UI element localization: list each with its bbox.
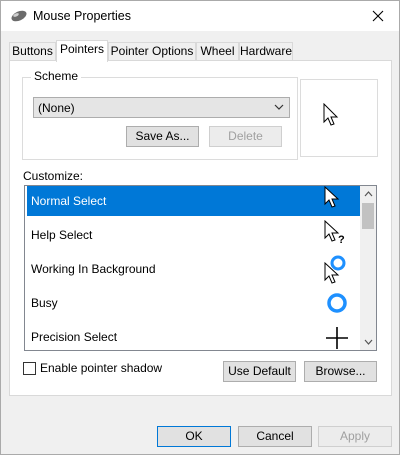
- pointer-shadow-checkbox[interactable]: [23, 362, 36, 375]
- scheme-dropdown-value: (None): [38, 101, 75, 115]
- cursor-list[interactable]: Normal Select Help Select ? Working In B…: [24, 185, 377, 351]
- arrow-cursor-icon: [323, 103, 339, 126]
- chevron-down-icon: [364, 339, 372, 345]
- list-item-label: Busy: [31, 296, 58, 310]
- close-button[interactable]: [357, 1, 399, 31]
- save-as-button[interactable]: Save As...: [126, 126, 199, 147]
- list-item-label: Working In Background: [31, 262, 156, 276]
- list-item[interactable]: Help Select ?: [27, 219, 360, 250]
- scroll-thumb[interactable]: [362, 203, 374, 229]
- tab-pointers[interactable]: Pointers: [56, 40, 108, 62]
- list-item-label: Precision Select: [31, 330, 118, 344]
- tab-hardware[interactable]: Hardware: [239, 42, 293, 61]
- mouse-icon: [10, 10, 28, 22]
- browse-button[interactable]: Browse...: [304, 361, 377, 382]
- working-cursor-icon: [323, 254, 351, 284]
- ok-button[interactable]: OK: [157, 426, 231, 447]
- list-item-label: Help Select: [31, 228, 93, 242]
- list-item[interactable]: Busy: [27, 288, 360, 318]
- delete-button[interactable]: Delete: [209, 126, 282, 147]
- chevron-down-icon: [274, 104, 284, 110]
- tab-wheel[interactable]: Wheel: [196, 42, 239, 61]
- scheme-dropdown[interactable]: (None): [33, 97, 290, 118]
- tab-buttons[interactable]: Buttons: [9, 42, 56, 61]
- window-title: Mouse Properties: [33, 9, 131, 23]
- crosshair-cursor-icon: [323, 322, 351, 350]
- scheme-group-label: Scheme: [31, 69, 82, 83]
- arrow-cursor-icon: [323, 186, 351, 216]
- cancel-button[interactable]: Cancel: [238, 426, 312, 447]
- pointer-preview: [300, 79, 378, 157]
- customize-label: Customize:: [23, 169, 84, 183]
- close-icon: [372, 10, 384, 22]
- help-cursor-icon: ?: [323, 219, 351, 250]
- scroll-down-button[interactable]: [360, 334, 376, 350]
- apply-button[interactable]: Apply: [318, 426, 392, 447]
- list-item-label: Normal Select: [31, 194, 107, 208]
- list-item[interactable]: Normal Select: [27, 186, 360, 216]
- scheme-group: Scheme (None) Save As... Delete: [22, 69, 298, 160]
- busy-cursor-icon: [323, 288, 351, 318]
- list-item[interactable]: Precision Select: [27, 322, 360, 350]
- svg-text:?: ?: [338, 234, 345, 246]
- title-bar: Mouse Properties: [1, 1, 399, 31]
- mouse-properties-window: Mouse Properties Buttons Pointers Pointe…: [0, 0, 400, 455]
- pointers-tab-page: Scheme (None) Save As... Delete Customiz…: [9, 60, 392, 396]
- pointer-shadow-label: Enable pointer shadow: [40, 361, 163, 375]
- list-item[interactable]: Working In Background: [27, 254, 360, 284]
- vertical-scrollbar[interactable]: [360, 186, 376, 350]
- use-default-button[interactable]: Use Default: [223, 361, 296, 382]
- chevron-up-icon: [364, 191, 372, 197]
- scroll-up-button[interactable]: [360, 186, 376, 202]
- tab-pointer-options[interactable]: Pointer Options: [108, 42, 196, 61]
